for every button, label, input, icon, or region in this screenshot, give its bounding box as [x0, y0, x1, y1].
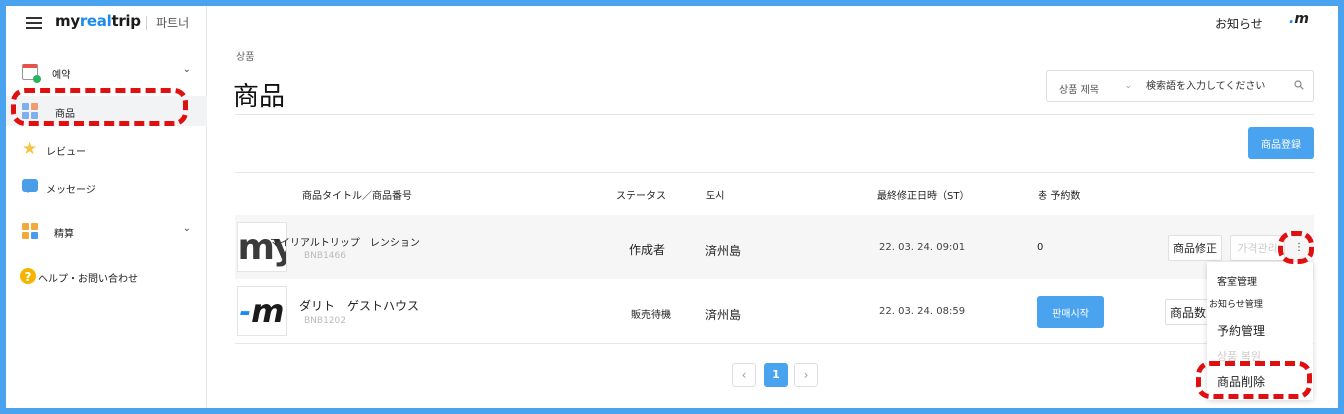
- app-window: myrealtrip 파트너 예약 ⌄ 商品 ★ レビュー メッセージ 精算 ⌄…: [6, 6, 1338, 408]
- brand-divider: [146, 16, 147, 30]
- sidebar-item-label: 예약: [52, 70, 71, 81]
- chevron-down-icon: ⌄: [182, 223, 191, 234]
- product-city: 済州島: [705, 308, 742, 322]
- menu-item-room-management[interactable]: 客室管理: [1217, 273, 1257, 288]
- sidebar-item-messages[interactable]: メッセージ: [6, 172, 207, 202]
- divider: [235, 172, 1314, 173]
- register-product-button[interactable]: 商品登録: [1248, 127, 1314, 159]
- menu-item-notice-management[interactable]: お知らせ管理: [1209, 297, 1263, 310]
- pagination-page-current[interactable]: 1: [764, 363, 788, 387]
- divider: [235, 343, 1314, 344]
- menu-item-restore-product[interactable]: 상품 복원: [1217, 348, 1261, 364]
- sidebar-item-label: ヘルプ・お問い合わせ: [38, 274, 138, 285]
- row-actions-menu: 客室管理 お知らせ管理 予約管理 상품 복원 商品削除: [1207, 262, 1313, 400]
- search-filter-select[interactable]: 상품 제목 ⌄: [1046, 70, 1141, 102]
- grid-icon: [22, 103, 38, 119]
- page-title: 商品: [233, 82, 286, 112]
- sidebar: myrealtrip 파트너 예약 ⌄ 商品 ★ レビュー メッセージ 精算 ⌄…: [6, 6, 207, 408]
- chevron-down-icon: ⌄: [1124, 81, 1132, 91]
- product-code: BNB1466: [304, 251, 346, 261]
- divider: [235, 114, 1314, 115]
- chevron-down-icon: ⌄: [182, 64, 191, 75]
- column-header-city: 도시: [706, 191, 725, 202]
- sidebar-item-help[interactable]: ? ヘルプ・お問い合わせ: [6, 261, 207, 291]
- sidebar-item-products[interactable]: 商品: [6, 96, 207, 126]
- settlement-icon: [22, 223, 38, 239]
- chat-icon: [22, 179, 38, 193]
- product-modified: 22. 03. 24. 09:01: [879, 242, 966, 253]
- breadcrumb: 상품: [236, 52, 255, 63]
- start-sale-button[interactable]: 판매시작: [1037, 296, 1104, 328]
- product-reservation-count: 0: [1037, 242, 1044, 253]
- product-title[interactable]: マイリアルトリップ レンション: [270, 234, 420, 249]
- column-header-modified: 最終修正日時（ST）: [877, 191, 970, 202]
- sidebar-item-reviews[interactable]: ★ レビュー: [6, 134, 207, 164]
- star-icon: ★: [22, 139, 38, 159]
- notice-link[interactable]: お知らせ: [1215, 15, 1263, 32]
- calendar-icon: [22, 64, 41, 83]
- brand-bar: myrealtrip 파트너: [6, 6, 207, 40]
- product-thumbnail[interactable]: -m: [237, 286, 287, 336]
- sidebar-item-label: レビュー: [46, 147, 86, 158]
- sidebar-item-label: 商品: [55, 109, 75, 120]
- product-modified: 22. 03. 24. 08:59: [879, 306, 966, 317]
- hamburger-menu-icon[interactable]: [26, 17, 42, 29]
- menu-item-delete-product[interactable]: 商品削除: [1217, 373, 1265, 390]
- column-header-title: 商品タイトル／商品番号: [302, 191, 412, 202]
- sidebar-item-label: 精算: [54, 229, 74, 240]
- account-logo[interactable]: .m: [1289, 11, 1309, 27]
- search-input[interactable]: [1140, 71, 1280, 101]
- more-options-icon[interactable]: ⋮: [1292, 238, 1306, 258]
- sidebar-item-label: メッセージ: [46, 185, 96, 196]
- help-icon: ?: [20, 268, 36, 284]
- search-box: [1140, 70, 1314, 102]
- product-title[interactable]: ダリト ゲストハウス: [299, 297, 419, 314]
- product-status: 販売待機: [631, 310, 671, 321]
- search-icon[interactable]: [1294, 80, 1304, 90]
- product-city: 済州島: [705, 244, 742, 258]
- pagination-next-button[interactable]: ›: [794, 363, 818, 387]
- sidebar-item-reservation[interactable]: 예약 ⌄: [6, 57, 207, 87]
- partner-label: 파트너: [156, 16, 190, 30]
- column-header-status: ステータス: [616, 191, 666, 202]
- price-management-button[interactable]: 가격관리: [1230, 235, 1285, 261]
- edit-product-button[interactable]: 商品数: [1165, 299, 1212, 325]
- product-status: 作成者: [629, 243, 666, 257]
- sidebar-item-settlement[interactable]: 精算 ⌄: [6, 216, 207, 246]
- column-header-reservations: 총 予約数: [1038, 191, 1081, 202]
- pagination-prev-button[interactable]: ‹: [732, 363, 756, 387]
- brand-logo[interactable]: myrealtrip: [55, 12, 141, 30]
- product-code: BNB1202: [304, 316, 346, 326]
- edit-product-button[interactable]: 商品修正: [1168, 235, 1222, 261]
- menu-item-reservation-management[interactable]: 予約管理: [1217, 322, 1265, 339]
